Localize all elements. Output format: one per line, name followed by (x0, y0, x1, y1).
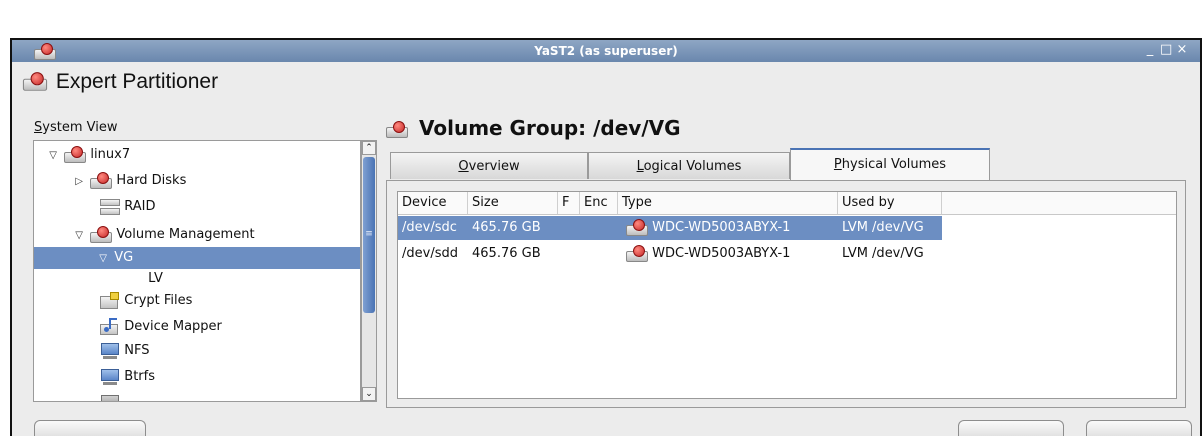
scroll-thumb[interactable]: ≡ (363, 157, 375, 313)
tree-item-hard-disks[interactable]: ▷ Hard Disks (34, 169, 360, 193)
expander-icon[interactable]: ▷ (72, 170, 86, 194)
tree-item-raid[interactable]: RAID (34, 195, 360, 219)
column-header-f[interactable]: F (558, 192, 580, 214)
tree-item-label: Device Mapper (124, 319, 222, 334)
cell-type: WDC-WD5003ABYX-1 (622, 242, 790, 266)
column-header-used-by[interactable]: Used by (838, 192, 942, 214)
tree-item-partial (34, 391, 360, 401)
page-title: Expert Partitioner (22, 70, 219, 94)
column-header-type[interactable]: Type (618, 192, 838, 214)
minimize-button[interactable]: _ (1144, 42, 1160, 57)
help-button-partial[interactable] (34, 420, 146, 436)
tab-mnemonic: P (833, 157, 842, 172)
physical-volumes-table[interactable]: Device Size F Enc Type Used by /dev/sdc … (397, 191, 1177, 399)
tab-panel-physical-volumes: Device Size F Enc Type Used by /dev/sdc … (386, 180, 1186, 408)
tab-overview[interactable]: Overview (390, 152, 588, 179)
back-button-partial[interactable] (958, 420, 1064, 436)
tab-logical-volumes[interactable]: Logical Volumes (588, 152, 790, 179)
expander-icon[interactable]: ▽ (46, 144, 60, 168)
tree-item-nfs[interactable]: NFS (34, 339, 360, 363)
cell-device: /dev/sdc (402, 220, 457, 235)
column-header-enc[interactable]: Enc (580, 192, 618, 214)
table-row[interactable]: /dev/sdd 465.76 GB WDC-WD5003ABYX-1 LVM … (398, 242, 942, 266)
tree-item-crypt-files[interactable]: Crypt Files (34, 289, 360, 313)
volume-group-title: Volume Group: /dev/VG (386, 116, 681, 140)
hard-disk-icon (626, 244, 648, 263)
device-mapper-icon (100, 317, 120, 336)
window-title: YaST2 (as superuser) (534, 44, 678, 58)
tree-item-label: LV (148, 271, 163, 286)
nfs-icon (100, 342, 120, 360)
tree-item-label: Hard Disks (116, 173, 187, 188)
hard-disk-icon (90, 171, 113, 190)
system-view-label-rest: ystem View (42, 120, 118, 135)
tree-item-label: VG (114, 250, 134, 265)
column-header-device[interactable]: Device (398, 192, 468, 214)
scroll-down-button[interactable]: ⌄ (362, 387, 376, 401)
raid-icon (100, 198, 121, 216)
cell-used-by: LVM /dev/VG (842, 220, 924, 235)
expander-icon[interactable]: ▽ (72, 224, 86, 248)
tree-item-device-mapper[interactable]: Device Mapper (34, 315, 360, 339)
tree-item-label: Volume Management (116, 227, 255, 242)
tree-item-volume-management[interactable]: ▽ Volume Management (34, 223, 360, 247)
tree-item-btrfs[interactable]: Btrfs (34, 365, 360, 389)
tree-item-linux7[interactable]: ▽ linux7 (34, 143, 360, 167)
tab-physical-volumes[interactable]: Physical Volumes (790, 148, 990, 180)
hard-disk-icon (64, 145, 87, 164)
tree-scrollbar[interactable]: ⌃ ≡ ⌄ (361, 140, 377, 402)
tab-mnemonic: O (458, 159, 469, 174)
tree-item-label: linux7 (90, 147, 131, 162)
cell-type-text: WDC-WD5003ABYX-1 (652, 246, 791, 261)
cell-type-text: WDC-WD5003ABYX-1 (652, 220, 791, 235)
crypt-file-icon (100, 291, 120, 310)
page-title-text: Expert Partitioner (55, 70, 219, 93)
table-header: Device Size F Enc Type Used by (398, 192, 1176, 215)
title-bar[interactable]: YaST2 (as superuser) _ □× (12, 40, 1200, 62)
tab-label: ogical Volumes (643, 159, 742, 174)
tab-label: hysical Volumes (841, 157, 947, 172)
maximize-button[interactable]: □ (1160, 42, 1176, 57)
volume-group-title-text: Volume Group: /dev/VG (418, 116, 681, 140)
tab-bar: Overview Logical Volumes Physical Volume… (386, 148, 1186, 180)
table-row[interactable]: /dev/sdc 465.76 GB WDC-WD5003ABYX-1 LVM … (398, 216, 942, 240)
window-controls: _ □× (1144, 42, 1192, 57)
system-view-label: System View (34, 120, 117, 135)
tree-item-label: Btrfs (124, 369, 155, 384)
hard-disk-icon (22, 72, 48, 93)
hard-disk-icon (90, 225, 113, 244)
disk-icon (100, 394, 120, 401)
grip-icon: ≡ (365, 229, 373, 239)
tab-label: verview (468, 159, 520, 174)
cell-used-by: LVM /dev/VG (842, 246, 924, 261)
tree-item-vg[interactable]: ▽ VG (34, 247, 360, 269)
tree-item-label: RAID (124, 199, 156, 214)
next-button-partial[interactable] (1086, 420, 1192, 436)
tree-item-label: NFS (124, 343, 150, 358)
cell-size: 465.76 GB (472, 246, 541, 261)
close-button[interactable]: × (1176, 42, 1192, 57)
cell-type: WDC-WD5003ABYX-1 (622, 216, 790, 240)
tree-item-lv[interactable]: LV (34, 267, 360, 291)
tree-item-label: Crypt Files (124, 293, 193, 308)
cell-device: /dev/sdd (402, 246, 458, 261)
scroll-up-button[interactable]: ⌃ (362, 141, 376, 155)
tab-mnemonic: L (636, 159, 644, 174)
column-header-size[interactable]: Size (468, 192, 558, 214)
btrfs-icon (100, 368, 120, 386)
system-view-tree[interactable]: ▽ linux7 ▷ Hard Disks RAID ▽ Volume Mana… (33, 140, 361, 402)
hard-disk-icon (626, 218, 648, 237)
hard-disk-icon (386, 120, 408, 139)
cell-size: 465.76 GB (472, 220, 541, 235)
